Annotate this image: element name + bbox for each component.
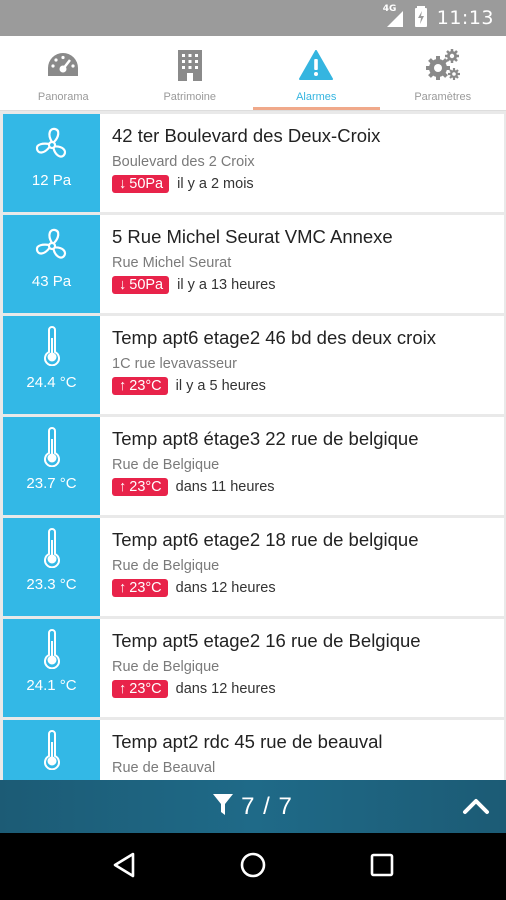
sensor-tile: 43 Pa: [3, 215, 100, 313]
filter-count: 7 / 7: [241, 792, 293, 820]
threshold-badge: ↓ 50Pa: [112, 276, 170, 294]
chevron-up-icon[interactable]: [462, 792, 490, 824]
alarm-title: Temp apt6 etage2 46 bd des deux croix: [112, 327, 436, 348]
tab-label: Alarmes: [296, 91, 337, 103]
sensor-value: 23.7 °C: [26, 475, 77, 492]
thermometer-icon: [43, 417, 61, 473]
alarm-title: Temp apt8 étage3 22 rue de belgique: [112, 428, 419, 449]
tab-label: Panorama: [37, 91, 89, 103]
alarm-time: il y a 2 mois: [177, 176, 254, 192]
alarm-time: dans 12 heures: [175, 580, 276, 596]
list-item[interactable]: Temp apt2 rdc 45 rue de beauval Rue de B…: [3, 720, 504, 780]
tab-bar: Panorama Patrimoine Alarmes Paramètres: [0, 36, 506, 111]
alarm-title: Temp apt6 etage2 18 rue de belgique: [112, 529, 419, 550]
tab-parametres[interactable]: Paramètres: [380, 36, 506, 110]
arrow-up-icon: ↑: [119, 580, 127, 596]
tab-label: Patrimoine: [163, 91, 217, 103]
list-item[interactable]: 23.7 °C Temp apt8 étage3 22 rue de belgi…: [3, 417, 504, 515]
alarm-title: 5 Rue Michel Seurat VMC Annexe: [112, 226, 393, 247]
sensor-value: 24.1 °C: [26, 677, 77, 694]
alarm-title: Temp apt2 rdc 45 rue de beauval: [112, 731, 383, 752]
list-item[interactable]: 12 Pa 42 ter Boulevard des Deux-Croix Bo…: [3, 114, 504, 212]
arrow-up-icon: ↑: [119, 681, 127, 697]
thermometer-icon: [43, 316, 61, 372]
navigation-bar: [0, 833, 506, 900]
sensor-tile: [3, 720, 100, 780]
sensor-value: 23.3 °C: [26, 576, 77, 593]
filter-icon[interactable]: [213, 793, 234, 820]
tab-label: Paramètres: [414, 91, 472, 103]
threshold-badge: ↓ 50Pa: [112, 175, 170, 193]
tab-alarmes[interactable]: Alarmes: [253, 36, 380, 110]
tab-panorama[interactable]: Panorama: [0, 36, 127, 110]
battery-icon: [414, 5, 427, 31]
alarm-address: Rue de Belgique: [112, 457, 220, 473]
filter-bar[interactable]: 7 / 7: [0, 780, 506, 833]
sensor-value: 43 Pa: [31, 273, 72, 290]
arrow-up-icon: ↑: [119, 479, 127, 495]
sensor-value: 12 Pa: [31, 172, 72, 189]
threshold-badge: ↑ 23°C: [112, 478, 168, 496]
back-icon[interactable]: [111, 851, 137, 883]
thermometer-icon: [43, 518, 61, 574]
recents-icon[interactable]: [369, 852, 395, 882]
alarm-address: Rue de Belgique: [112, 558, 220, 574]
network-type: 4G: [382, 4, 397, 14]
alarm-list[interactable]: 12 Pa 42 ter Boulevard des Deux-Croix Bo…: [0, 112, 506, 780]
sensor-tile: 12 Pa: [3, 114, 100, 212]
fan-icon: [33, 114, 71, 170]
building-icon: [172, 47, 208, 83]
gears-icon: [425, 47, 461, 83]
alarm-title: Temp apt5 etage2 16 rue de Belgique: [112, 630, 421, 651]
list-item[interactable]: 43 Pa 5 Rue Michel Seurat VMC Annexe Rue…: [3, 215, 504, 313]
alarm-title: 42 ter Boulevard des Deux-Croix: [112, 125, 381, 146]
alarm-time: dans 12 heures: [175, 681, 276, 697]
sensor-tile: 23.7 °C: [3, 417, 100, 515]
alarm-time: il y a 5 heures: [175, 378, 266, 394]
list-item[interactable]: 24.4 °C Temp apt6 etage2 46 bd des deux …: [3, 316, 504, 414]
status-bar: 4G 11:13: [0, 0, 506, 36]
alarm-address: Boulevard des 2 Croix: [112, 154, 255, 170]
sensor-value: 24.4 °C: [26, 374, 77, 391]
arrow-down-icon: ↓: [119, 176, 127, 192]
alarm-address: 1C rue levavasseur: [112, 356, 237, 372]
sensor-tile: 24.4 °C: [3, 316, 100, 414]
alarm-address: Rue de Beauval: [112, 760, 216, 776]
fan-icon: [33, 215, 71, 271]
arrow-up-icon: ↑: [119, 378, 127, 394]
alarm-time: il y a 13 heures: [177, 277, 276, 293]
threshold-badge: ↑ 23°C: [112, 680, 168, 698]
signal-icon: 4G: [383, 4, 405, 28]
home-icon[interactable]: [239, 851, 267, 883]
alarm-address: Rue de Belgique: [112, 659, 220, 675]
arrow-down-icon: ↓: [119, 277, 127, 293]
threshold-badge: ↑ 23°C: [112, 579, 168, 597]
sensor-tile: 23.3 °C: [3, 518, 100, 616]
sensor-tile: 24.1 °C: [3, 619, 100, 717]
thermometer-icon: [43, 619, 61, 675]
gauge-icon: [45, 47, 81, 83]
list-item[interactable]: 24.1 °C Temp apt5 etage2 16 rue de Belgi…: [3, 619, 504, 717]
alarm-time: dans 11 heures: [175, 479, 275, 495]
clock: 11:13: [436, 7, 494, 29]
alarm-address: Rue Michel Seurat: [112, 255, 232, 271]
thermometer-icon: [43, 720, 61, 776]
threshold-badge: ↑ 23°C: [112, 377, 168, 395]
warning-icon: [298, 47, 334, 83]
list-item[interactable]: 23.3 °C Temp apt6 etage2 18 rue de belgi…: [3, 518, 504, 616]
tab-patrimoine[interactable]: Patrimoine: [127, 36, 254, 110]
